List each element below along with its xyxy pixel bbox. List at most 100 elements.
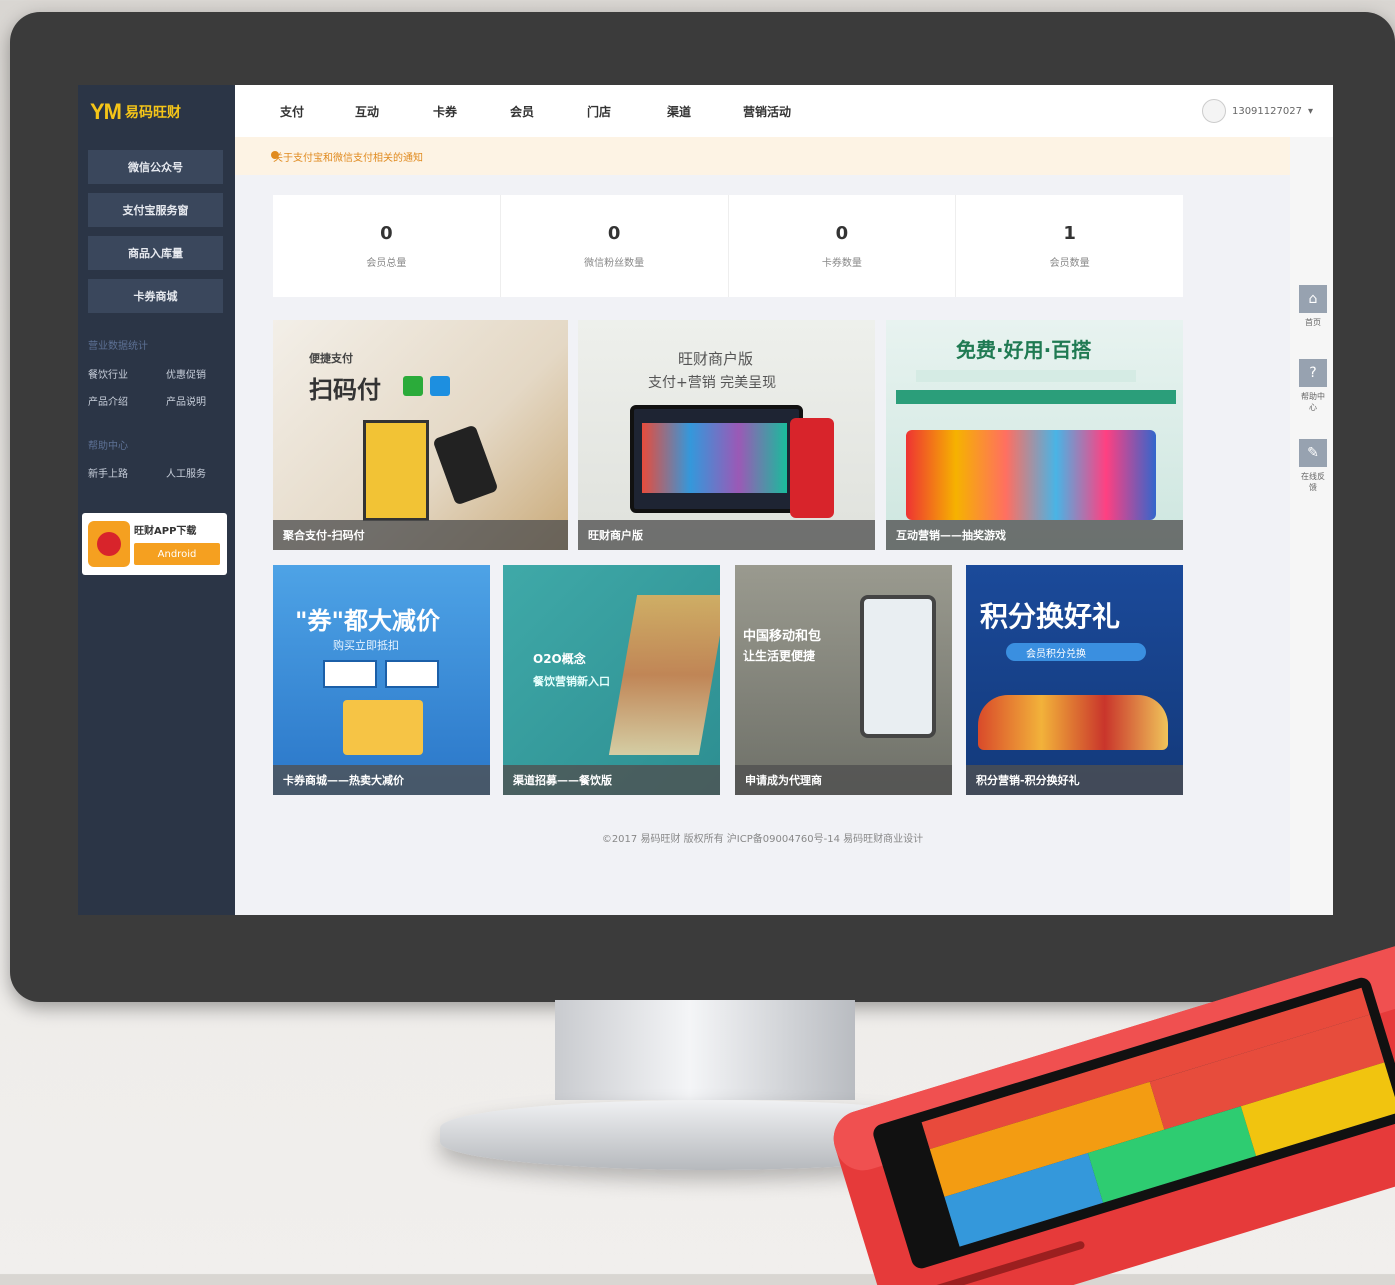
logo[interactable]: YM 易码旺财 [90, 97, 181, 127]
stat-label: 会员数量 [1049, 258, 1090, 269]
promo-card-agent[interactable]: 中国移动和包 让生活更便捷 申请成为代理商 [735, 565, 952, 795]
rightbar-label: 首页 [1305, 318, 1321, 327]
user-menu[interactable]: 13091127027 ▾ [1201, 99, 1313, 123]
right-tool-bar: ⌂ 首页 ? 帮助中心 ✎ 在线反馈 [1290, 137, 1333, 915]
card-caption: 卡券商城——热卖大减价 [273, 765, 490, 795]
sidebar-link[interactable]: 产品说明 [166, 393, 206, 408]
notice-icon [271, 151, 279, 159]
footer: ©2017 易码旺财 版权所有 沪ICP备09004760号-14 易码旺财商业… [601, 834, 924, 845]
sidebar-link[interactable]: 人工服务 [166, 465, 206, 480]
wechat-icon [403, 376, 423, 396]
card-subtitle: 让生活更便捷 [743, 649, 816, 663]
nav-item-channels[interactable]: 渠道 [667, 103, 691, 120]
nav-item-coupons[interactable]: 卡券 [433, 103, 457, 120]
sidebar-link[interactable]: 优惠促销 [166, 366, 206, 381]
coupon-image [323, 660, 377, 688]
user-name: 13091127027 [1231, 105, 1302, 117]
rightbar-help[interactable]: ? 帮助中心 [1299, 359, 1327, 413]
card-caption: 申请成为代理商 [735, 765, 952, 795]
card-subtitle: 支付+营销 完美呈现 [648, 375, 777, 391]
app-download-box[interactable]: 旺财APP下载 Android [82, 513, 227, 575]
sidebar-button-goods[interactable]: 商品入库量 [88, 236, 223, 270]
pos-terminal-image [833, 945, 1395, 1285]
sidebar-button-coupons[interactable]: 卡券商城 [88, 279, 223, 313]
restaurant-illustration [608, 595, 720, 755]
android-download-button[interactable]: Android [134, 543, 220, 565]
sidebar-link[interactable]: 餐饮行业 [88, 366, 128, 381]
stat-value: 0 [380, 223, 393, 244]
stat-item: 1 会员数量 [956, 195, 1183, 297]
nav-item-stores[interactable]: 门店 [587, 103, 611, 120]
card-headline: O2O概念 [533, 652, 586, 666]
edit-icon: ✎ [1299, 439, 1327, 467]
promo-card-coupon-mall[interactable]: "券"都大减价 购买立即抵扣 卡券商城——热卖大减价 [273, 565, 490, 795]
nav-item-marketing[interactable]: 营销活动 [743, 103, 791, 120]
card-caption: 旺财商户版 [578, 520, 875, 550]
nav-item-pay[interactable]: 支付 [280, 103, 304, 120]
laptop-image [630, 405, 803, 513]
phone-image [432, 424, 499, 506]
logo-mark: YM [90, 99, 122, 124]
card-caption: 互动营销——抽奖游戏 [886, 520, 1183, 550]
gift-box-image [343, 700, 423, 755]
sidebar-button-wechat[interactable]: 微信公众号 [88, 150, 223, 184]
app-download-title: 旺财APP下载 [134, 526, 197, 537]
sidebar-button-alipay[interactable]: 支付宝服务窗 [88, 193, 223, 227]
rightbar-label: 在线反馈 [1301, 472, 1325, 492]
stat-item: 0 会员总量 [273, 195, 501, 297]
card-headline: 积分换好礼 [980, 600, 1121, 633]
stat-value: 0 [607, 223, 621, 244]
card-caption: 聚合支付-扫码付 [273, 520, 568, 550]
promo-card-merchant[interactable]: 旺财商户版 支付+营销 完美呈现 旺财商户版 [578, 320, 875, 550]
stat-label: 微信粉丝数量 [584, 258, 645, 269]
avatar [1201, 99, 1226, 123]
sidebar-section-title: 营业数据统计 [88, 341, 148, 352]
monitor-stand [555, 1000, 855, 1100]
food-image [978, 695, 1168, 750]
alipay-icon [430, 376, 450, 396]
sidebar-link[interactable]: 产品介绍 [88, 393, 128, 408]
pos-image [790, 418, 834, 518]
card-subtitle: 便捷支付 [309, 352, 353, 365]
stats-panel: 0 会员总量 0 微信粉丝数量 0 卡券数量 1 会员数量 [273, 195, 1183, 297]
card-subtitle: 餐饮营销新入口 [533, 675, 610, 688]
card-headline: 扫码付 [309, 376, 381, 404]
phone-image [860, 595, 936, 738]
top-navigation: 支付 互动 卡券 会员 门店 渠道 营销活动 13091127027 ▾ [235, 85, 1333, 138]
help-icon: ? [1299, 359, 1327, 387]
coupon-image [385, 660, 439, 688]
card-subtitle: 购买立即抵扣 [333, 639, 399, 652]
app-icon [88, 521, 130, 567]
card-headline: 免费·好用·百搭 [956, 338, 1092, 362]
card-headline: "券"都大减价 [295, 607, 441, 635]
rightbar-feedback[interactable]: ✎ 在线反馈 [1299, 439, 1327, 493]
caret-down-icon: ▾ [1307, 105, 1313, 117]
stat-label: 会员总量 [366, 258, 407, 269]
nav-item-interact[interactable]: 互动 [355, 103, 379, 120]
card-subtitle: 会员积分兑换 [1026, 649, 1086, 660]
promo-card-games[interactable]: 免费·好用·百搭 互动营销——抽奖游戏 [886, 320, 1183, 550]
rightbar-home[interactable]: ⌂ 首页 [1299, 285, 1327, 328]
stat-value: 0 [835, 223, 849, 244]
sidebar: YM 易码旺财 微信公众号 支付宝服务窗 商品入库量 卡券商城 营业数据统计 餐… [78, 85, 235, 915]
banner-strip [916, 370, 1136, 382]
sidebar-link[interactable]: 新手上路 [88, 465, 128, 480]
home-icon: ⌂ [1299, 285, 1327, 313]
sidebar-section-title: 帮助中心 [88, 441, 128, 452]
notice-text: 关于支付宝和微信支付相关的通知 [273, 152, 423, 164]
qr-stand-image [363, 420, 429, 521]
card-headline: 旺财商户版 [678, 350, 754, 368]
promo-card-channel[interactable]: O2O概念 餐饮营销新入口 渠道招募——餐饮版 [503, 565, 720, 795]
nav-item-members[interactable]: 会员 [510, 103, 534, 120]
notice-bar[interactable]: 关于支付宝和微信支付相关的通知 [235, 137, 1290, 175]
banner-strip [896, 390, 1176, 404]
screen: YM 易码旺财 微信公众号 支付宝服务窗 商品入库量 卡券商城 营业数据统计 餐… [78, 85, 1333, 915]
logo-text: 易码旺财 [125, 105, 181, 121]
stat-value: 1 [1063, 223, 1076, 244]
stat-label: 卡券数量 [821, 258, 862, 269]
promo-card-points[interactable]: 积分换好礼 会员积分兑换 积分营销-积分换好礼 [966, 565, 1183, 795]
card-headline: 中国移动和包 [743, 629, 822, 644]
promo-card-scanpay[interactable]: 便捷支付 扫码付 聚合支付-扫码付 [273, 320, 568, 550]
game-cards-image [906, 430, 1156, 520]
stat-item: 0 微信粉丝数量 [501, 195, 729, 297]
